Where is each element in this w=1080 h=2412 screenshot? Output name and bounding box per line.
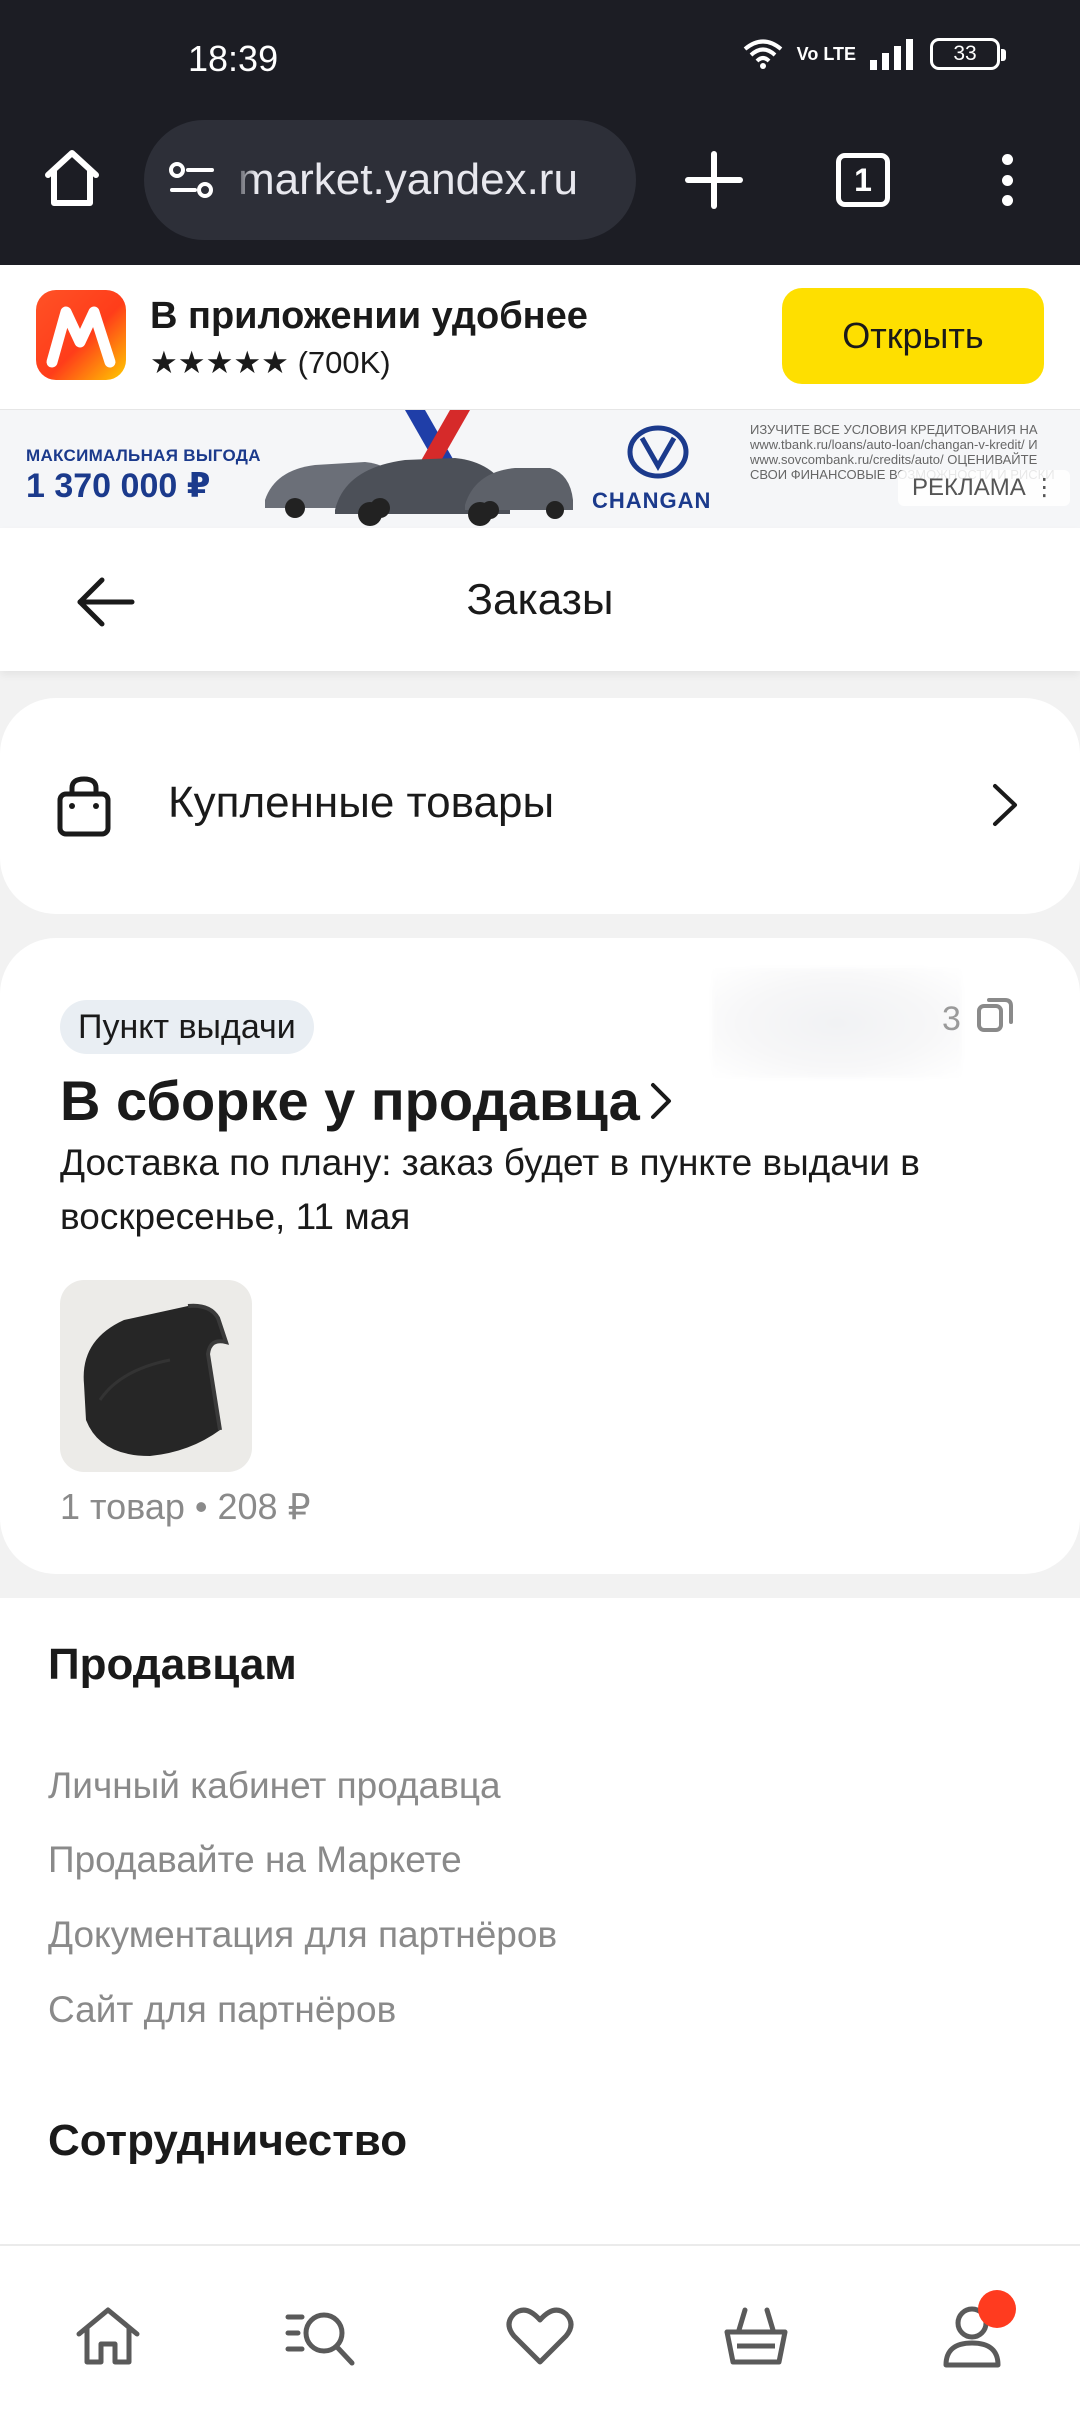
- order-status-link[interactable]: В сборке у продавца: [60, 1068, 674, 1133]
- order-status-text: В сборке у продавца: [60, 1069, 640, 1132]
- bottom-navigation: [0, 2244, 1080, 2412]
- nav-profile[interactable]: [932, 2290, 1016, 2376]
- chevron-right-icon: [993, 784, 1017, 826]
- ad-amount: 1 370 000 ₽: [26, 467, 211, 505]
- catalog-search-icon: [285, 2312, 355, 2366]
- battery-icon: 33: [930, 38, 1006, 70]
- ad-cars-image: [265, 410, 573, 526]
- footer-link-partner-site[interactable]: Сайт для партнёров: [48, 1989, 396, 2031]
- delivery-type-badge: Пункт выдачи: [60, 1000, 314, 1054]
- url-text: market.yandex.ru: [238, 155, 578, 204]
- home-icon: [76, 2307, 140, 2365]
- signal-icon: [870, 39, 913, 70]
- ad-banner[interactable]: МАКСИМАЛЬНАЯ ВЫГОДА 1 370 000 ₽ CHANGAN …: [0, 410, 1080, 528]
- product-thumbnail[interactable]: [60, 1280, 252, 1472]
- nav-home[interactable]: [68, 2296, 148, 2376]
- cooperation-heading: Сотрудничество: [48, 2116, 408, 2165]
- home-icon: [45, 150, 99, 206]
- tab-switcher-button[interactable]: 1: [836, 153, 890, 207]
- copy-icon[interactable]: [975, 994, 1015, 1034]
- new-tab-button[interactable]: [682, 148, 746, 212]
- order-delivery-description: Доставка по плану: заказ будет в пункте …: [60, 1142, 920, 1237]
- cart-icon: [724, 2307, 788, 2365]
- status-icons: Vo LTE 33: [743, 38, 1006, 70]
- ad-label[interactable]: РЕКЛАМА ⋮: [898, 470, 1071, 506]
- notification-dot: [978, 2290, 1016, 2328]
- open-app-button[interactable]: Открыть: [782, 288, 1044, 384]
- ad-headline: МАКСИМАЛЬНАЯ ВЫГОДА: [26, 446, 261, 465]
- status-time: 18:39: [188, 38, 279, 79]
- footer-link-seller-cabinet[interactable]: Личный кабинет продавца: [48, 1765, 501, 1807]
- product-image: [83, 1303, 230, 1456]
- order-card[interactable]: Пункт выдачи 3 В сборке у продавца Доста…: [0, 938, 1080, 1574]
- favorites-icon: [506, 2307, 574, 2365]
- purchased-items-row[interactable]: Купленные товары: [0, 698, 1080, 914]
- chevron-right-icon: [650, 1082, 671, 1119]
- shopping-bag-icon: [57, 776, 111, 837]
- order-summary: 1 товар • 208 ₽: [60, 1486, 311, 1527]
- order-number-tail: 3: [942, 1000, 961, 1038]
- changan-logo-icon: [627, 425, 689, 479]
- nav-catalog[interactable]: [282, 2296, 362, 2376]
- sellers-heading: Продавцам: [48, 1640, 297, 1689]
- url-fade: [232, 120, 256, 240]
- promo-rating: ★★★★★ (700K): [150, 345, 391, 380]
- purchased-items-label: Купленные товары: [168, 778, 555, 827]
- wifi-icon: [743, 39, 782, 69]
- browser-menu-button[interactable]: [990, 148, 1024, 212]
- app-promo-bar: В приложении удобнее ★★★★★ (700K) Открыт…: [0, 265, 1080, 410]
- footer: Продавцам Личный кабинет продавца Продав…: [0, 1598, 1080, 2248]
- footer-link-sell-on-market[interactable]: Продавайте на Маркете: [48, 1839, 462, 1881]
- promo-title: В приложении удобнее: [150, 295, 588, 337]
- page-title: Заказы: [466, 575, 614, 624]
- ad-brand: CHANGAN: [592, 488, 712, 513]
- address-bar[interactable]: market.yandex.ru: [144, 120, 636, 240]
- market-logo: [36, 290, 126, 380]
- browser-home-button[interactable]: [38, 144, 106, 212]
- nav-cart[interactable]: [716, 2296, 796, 2376]
- volte-icon: Vo LTE: [796, 43, 856, 64]
- footer-link-partner-docs[interactable]: Документация для партнёров: [48, 1914, 557, 1956]
- page-header: Заказы: [0, 528, 1080, 671]
- nav-favorites[interactable]: [500, 2296, 580, 2376]
- browser-chrome: 18:39 Vo LTE 33 market.yandex.ru 1: [0, 0, 1080, 265]
- site-settings-icon[interactable]: [168, 160, 216, 200]
- order-number-redacted: [712, 968, 962, 1078]
